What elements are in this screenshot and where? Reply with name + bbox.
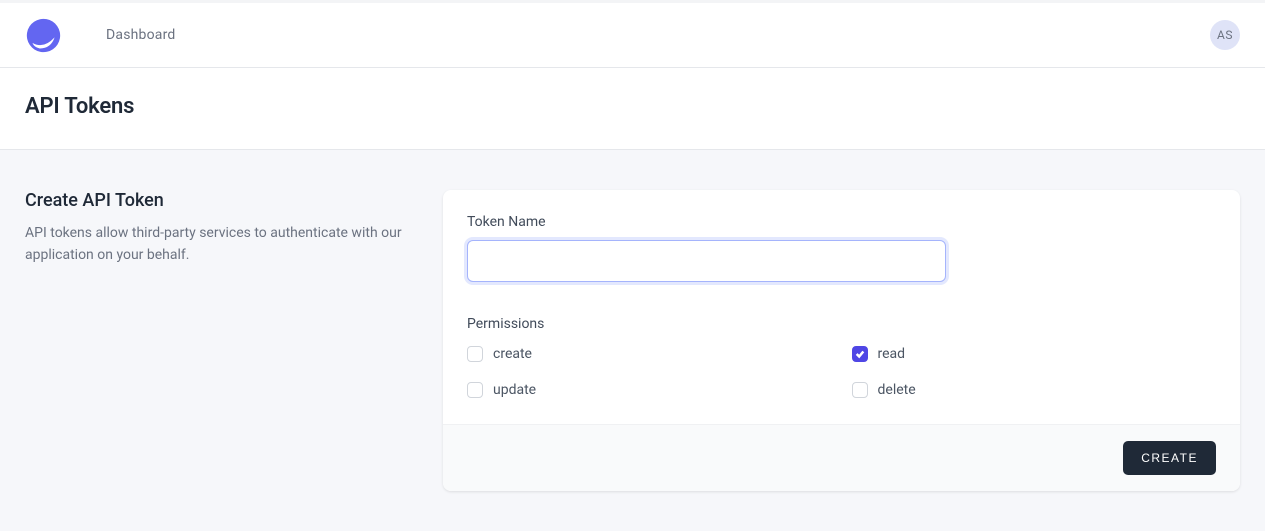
permission-label: delete: [878, 382, 916, 398]
section-title: Create API Token: [25, 190, 413, 211]
token-name-label: Token Name: [467, 214, 1216, 230]
permission-create[interactable]: create: [467, 346, 832, 362]
create-token-card: Token Name Permissions create read update d…: [443, 190, 1240, 491]
avatar[interactable]: AS: [1210, 20, 1240, 50]
page-header: API Tokens: [0, 68, 1265, 150]
app-logo[interactable]: [25, 17, 62, 54]
checkbox-update[interactable]: [467, 382, 483, 398]
nav-link-dashboard[interactable]: Dashboard: [106, 27, 176, 43]
checkbox-delete[interactable]: [852, 382, 868, 398]
section-info: Create API Token API tokens allow third-…: [25, 190, 413, 491]
permission-label: read: [878, 346, 906, 362]
section-description: API tokens allow third-party services to…: [25, 223, 413, 266]
checkbox-read[interactable]: [852, 346, 868, 362]
permission-read[interactable]: read: [852, 346, 1217, 362]
logo-icon: [25, 17, 62, 54]
token-name-input[interactable]: [467, 240, 946, 282]
navbar: Dashboard AS: [0, 3, 1265, 68]
permission-label: create: [493, 346, 532, 362]
permission-update[interactable]: update: [467, 382, 832, 398]
card-footer: CREATE: [443, 424, 1240, 491]
permission-delete[interactable]: delete: [852, 382, 1217, 398]
create-button[interactable]: CREATE: [1123, 441, 1216, 475]
content-area: Create API Token API tokens allow third-…: [0, 150, 1265, 531]
permission-label: update: [493, 382, 536, 398]
permissions-label: Permissions: [467, 316, 1216, 332]
checkbox-create[interactable]: [467, 346, 483, 362]
permissions-grid: create read update delete: [467, 346, 1216, 398]
page-title: API Tokens: [25, 94, 1240, 119]
